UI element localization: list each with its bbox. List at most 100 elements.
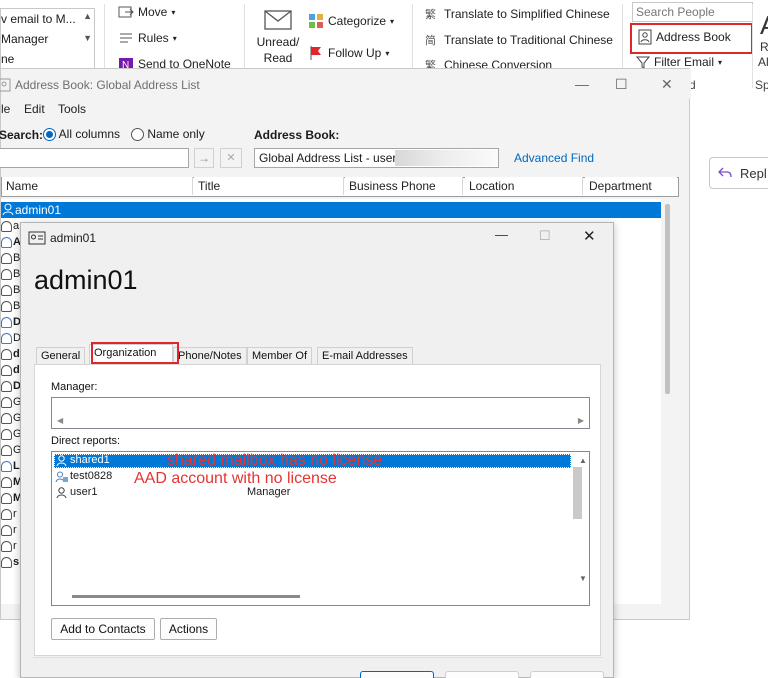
radio-checked-icon bbox=[43, 128, 56, 142]
user-icon bbox=[1, 524, 12, 536]
ok-button-partial[interactable] bbox=[360, 671, 434, 678]
go-button[interactable]: → bbox=[194, 148, 214, 168]
column-header-business-phone[interactable]: Business Phone bbox=[345, 177, 463, 195]
user-icon bbox=[1, 300, 12, 312]
list-item[interactable]: A bbox=[1, 234, 21, 250]
close-icon[interactable]: ✕ bbox=[661, 76, 673, 93]
user-icon bbox=[1, 364, 12, 376]
tab-member-of[interactable]: Member Of bbox=[247, 347, 313, 365]
search-people-input[interactable]: Search People bbox=[632, 2, 753, 22]
list-item[interactable]: G bbox=[1, 410, 22, 426]
reply-icon bbox=[718, 167, 732, 178]
scroll-down-icon[interactable]: ▼ bbox=[83, 33, 92, 43]
list-scrollbar-thumb[interactable] bbox=[573, 467, 582, 519]
translate-traditional-button[interactable]: 简 Translate to Traditional Chinese bbox=[424, 32, 613, 48]
list-item[interactable]: d bbox=[1, 346, 21, 362]
column-header-location[interactable]: Location bbox=[465, 177, 583, 195]
user-icon bbox=[1, 396, 12, 408]
scroll-right-icon[interactable]: ▶ bbox=[578, 416, 584, 425]
direct-report-name: test0828 bbox=[70, 470, 113, 482]
user-icon bbox=[56, 455, 67, 467]
move-button[interactable]: Move ▾ bbox=[118, 5, 175, 19]
list-item[interactable]: B bbox=[1, 266, 21, 282]
scroll-up-icon[interactable]: ▲ bbox=[579, 456, 587, 465]
list-item[interactable]: a bbox=[1, 218, 21, 234]
column-header-title[interactable]: Title bbox=[194, 177, 344, 195]
search-input[interactable] bbox=[0, 148, 189, 168]
maximize-icon[interactable]: ☐ bbox=[539, 228, 551, 244]
filter-email-button[interactable]: Filter Email ▾ bbox=[636, 55, 722, 69]
list-item-selected[interactable]: admin01 bbox=[1, 202, 661, 218]
list-item[interactable]: r bbox=[1, 522, 21, 538]
close-icon[interactable]: ✕ bbox=[583, 227, 596, 245]
unread-read-button[interactable]: Unread/ Read bbox=[255, 5, 301, 66]
user-icon bbox=[1, 508, 12, 520]
actions-button[interactable]: Actions bbox=[160, 618, 217, 640]
list-item[interactable]: B bbox=[1, 298, 21, 314]
list-item[interactable]: M bbox=[1, 474, 22, 490]
tab-email-addresses[interactable]: E-mail Addresses bbox=[317, 347, 413, 365]
list-item[interactable]: D bbox=[1, 378, 21, 394]
quick-step-item[interactable]: ne bbox=[1, 49, 94, 69]
properties-window: admin01 — ☐ ✕ admin01 General Organizati… bbox=[20, 222, 614, 678]
svg-text:简: 简 bbox=[425, 33, 436, 47]
categorize-button[interactable]: Categorize ▾ bbox=[308, 13, 394, 29]
list-item[interactable]: B bbox=[1, 250, 21, 266]
cancel-button-partial[interactable] bbox=[445, 671, 519, 678]
flag-icon bbox=[310, 46, 321, 60]
list-item[interactable]: G bbox=[1, 426, 22, 442]
list-scrollbar-thumb[interactable] bbox=[665, 204, 670, 394]
right-truncated-button[interactable]: A bbox=[760, 10, 768, 41]
scroll-left-icon[interactable]: ◀ bbox=[57, 416, 63, 425]
tab-phone-notes[interactable]: Phone/Notes bbox=[173, 347, 247, 365]
direct-reports-label: Direct reports: bbox=[51, 435, 121, 447]
quick-steps-gallery[interactable]: v email to M... Manager ne ▲ ▼ bbox=[0, 8, 95, 70]
scroll-down-icon[interactable]: ▼ bbox=[579, 574, 587, 583]
horizontal-scrollbar-thumb[interactable] bbox=[72, 595, 300, 598]
list-item[interactable]: M bbox=[1, 490, 22, 506]
tab-general[interactable]: General bbox=[36, 347, 86, 365]
minimize-icon[interactable]: — bbox=[575, 76, 589, 92]
advanced-find-link[interactable]: Advanced Find bbox=[514, 151, 594, 165]
column-header-name[interactable]: Name bbox=[2, 177, 193, 195]
maximize-icon[interactable]: ☐ bbox=[615, 76, 628, 93]
add-to-contacts-button[interactable]: Add to Contacts bbox=[51, 618, 155, 640]
menu-file[interactable]: le bbox=[1, 102, 10, 116]
translate-simplified-button[interactable]: 繁 Translate to Simplified Chinese bbox=[424, 6, 610, 22]
list-item[interactable]: B bbox=[1, 282, 21, 298]
list-item[interactable]: d bbox=[1, 362, 21, 378]
menu-edit[interactable]: Edit bbox=[24, 102, 45, 116]
quick-step-item[interactable]: Manager bbox=[1, 29, 94, 49]
apply-button-partial[interactable] bbox=[530, 671, 604, 678]
rules-button[interactable]: Rules ▾ bbox=[118, 31, 177, 45]
mailbox-user-icon bbox=[55, 471, 68, 483]
list-item-label: L bbox=[13, 460, 20, 472]
group-icon bbox=[1, 316, 12, 328]
scroll-up-icon[interactable]: ▲ bbox=[83, 11, 92, 21]
follow-up-button[interactable]: Follow Up ▾ bbox=[308, 45, 389, 61]
name-only-radio[interactable]: Name only bbox=[131, 127, 205, 142]
minimize-icon[interactable]: — bbox=[495, 227, 508, 242]
envelope-icon bbox=[264, 10, 292, 30]
column-header-department[interactable]: Department bbox=[585, 177, 677, 195]
all-columns-radio[interactable]: All columns bbox=[43, 127, 120, 142]
menu-tools[interactable]: Tools bbox=[58, 102, 86, 116]
clear-search-button[interactable]: ✕ bbox=[220, 148, 242, 168]
address-book-select[interactable]: Global Address List - user1 bbox=[254, 148, 499, 168]
translate-icon: 简 bbox=[425, 33, 436, 47]
list-item[interactable]: G bbox=[1, 442, 22, 458]
group-icon bbox=[1, 332, 12, 344]
list-item[interactable]: r bbox=[1, 538, 21, 554]
reply-button[interactable]: Repl bbox=[709, 157, 768, 189]
list-item[interactable]: s bbox=[1, 554, 21, 570]
manager-field[interactable]: ◀ ▶ bbox=[51, 397, 590, 429]
group-icon bbox=[1, 460, 12, 472]
highlight-box bbox=[91, 342, 179, 364]
list-item[interactable]: L bbox=[1, 458, 21, 474]
list-item[interactable]: D bbox=[1, 330, 21, 346]
list-item[interactable]: r bbox=[1, 506, 21, 522]
list-item[interactable]: G bbox=[1, 394, 22, 410]
redacted-region bbox=[395, 150, 498, 166]
quick-step-item[interactable]: v email to M... bbox=[1, 9, 94, 29]
list-item[interactable]: D bbox=[1, 314, 21, 330]
